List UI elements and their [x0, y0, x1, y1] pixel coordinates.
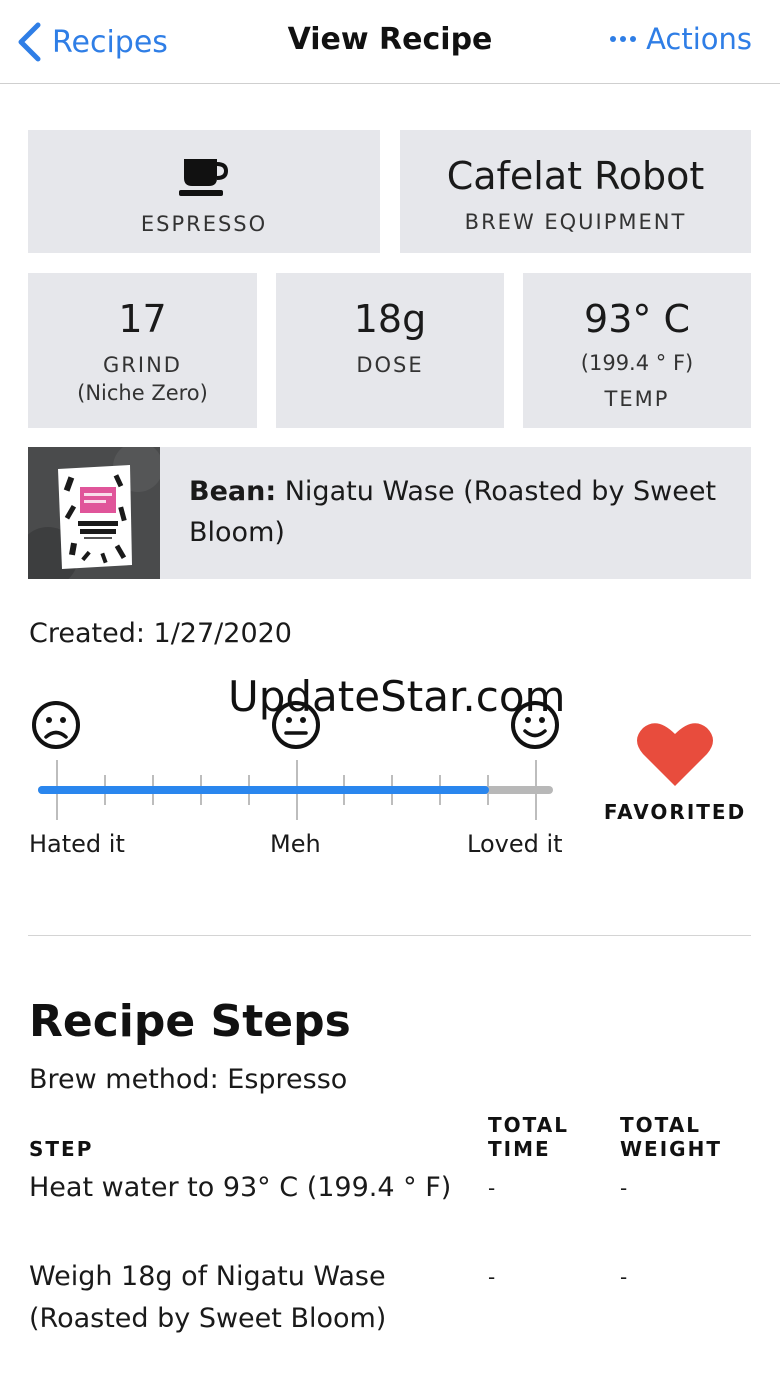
bean-prefix: Bean: [189, 476, 277, 507]
temp-label: TEMP [604, 387, 670, 411]
sad-face-icon[interactable] [31, 700, 81, 750]
step-2-weight: - [620, 1265, 628, 1289]
rating-label-loved: Loved it [467, 830, 563, 858]
created-date: Created: 1/27/2020 [29, 618, 292, 649]
nav-bar: Recipes View Recipe Actions [0, 0, 780, 84]
equipment-label: BREW EQUIPMENT [464, 210, 687, 234]
more-dots-icon [610, 36, 637, 42]
equipment-tile[interactable]: Cafelat Robot BREW EQUIPMENT [400, 130, 751, 253]
grinder-name: (Niche Zero) [77, 381, 208, 405]
method-tile: ESPRESSO [28, 130, 380, 253]
rating-slider-fill [38, 786, 489, 794]
bean-description: Bean: Nigatu Wase (Roasted by Sweet Bloo… [189, 471, 734, 553]
step-2-text-line1: Weigh 18g of Nigatu Wase [29, 1261, 386, 1292]
method-label: ESPRESSO [140, 212, 268, 236]
total-time-line1: TOTAL [488, 1113, 569, 1137]
column-header-total-weight: TOTAL WEIGHT [620, 1113, 722, 1161]
step-2-text-line2: (Roasted by Sweet Bloom) [29, 1303, 387, 1334]
rating-label-meh: Meh [270, 830, 321, 858]
grind-tile: 17 GRIND (Niche Zero) [28, 273, 257, 428]
favorite-label: FAVORITED [603, 800, 747, 824]
bean-row[interactable]: Bean: Nigatu Wase (Roasted by Sweet Bloo… [28, 447, 751, 579]
watermark: UpdateStar.com [228, 672, 566, 721]
heart-icon [637, 723, 713, 786]
brew-method: Brew method: Espresso [29, 1064, 348, 1095]
grind-value: 17 [118, 297, 167, 341]
step-1-text: Heat water to 93° C (199.4 ° F) [29, 1172, 452, 1203]
step-1-weight: - [620, 1176, 628, 1200]
total-weight-line1: TOTAL [620, 1113, 701, 1137]
step-2-text: Weigh 18g of Nigatu Wase (Roasted by Swe… [29, 1256, 386, 1340]
column-header-total-time: TOTAL TIME [488, 1113, 569, 1161]
favorite-toggle[interactable]: FAVORITED [600, 718, 750, 824]
rating-label-hated: Hated it [29, 830, 125, 858]
dose-tile: 18g DOSE [276, 273, 504, 428]
coffee-cup-icon [179, 159, 229, 196]
actions-label: Actions [646, 22, 752, 56]
column-header-step: STEP [29, 1137, 94, 1161]
actions-button[interactable]: Actions [610, 22, 752, 56]
step-1-time: - [488, 1176, 496, 1200]
section-divider [28, 935, 751, 936]
step-2-time: - [488, 1265, 496, 1289]
total-weight-line2: WEIGHT [620, 1137, 722, 1161]
dose-value: 18g [353, 297, 427, 341]
equipment-value: Cafelat Robot [446, 154, 705, 198]
temp-value: 93° C [584, 297, 690, 341]
recipe-steps-heading: Recipe Steps [29, 996, 351, 1047]
temp-tile: 93° C (199.4 ° F) TEMP [523, 273, 751, 428]
rating-slider[interactable] [38, 786, 553, 794]
dose-label: DOSE [356, 353, 424, 377]
bean-photo [28, 447, 160, 579]
total-time-line2: TIME [488, 1137, 551, 1161]
grind-label: GRIND [103, 353, 182, 377]
temp-fahrenheit: (199.4 ° F) [580, 351, 694, 375]
